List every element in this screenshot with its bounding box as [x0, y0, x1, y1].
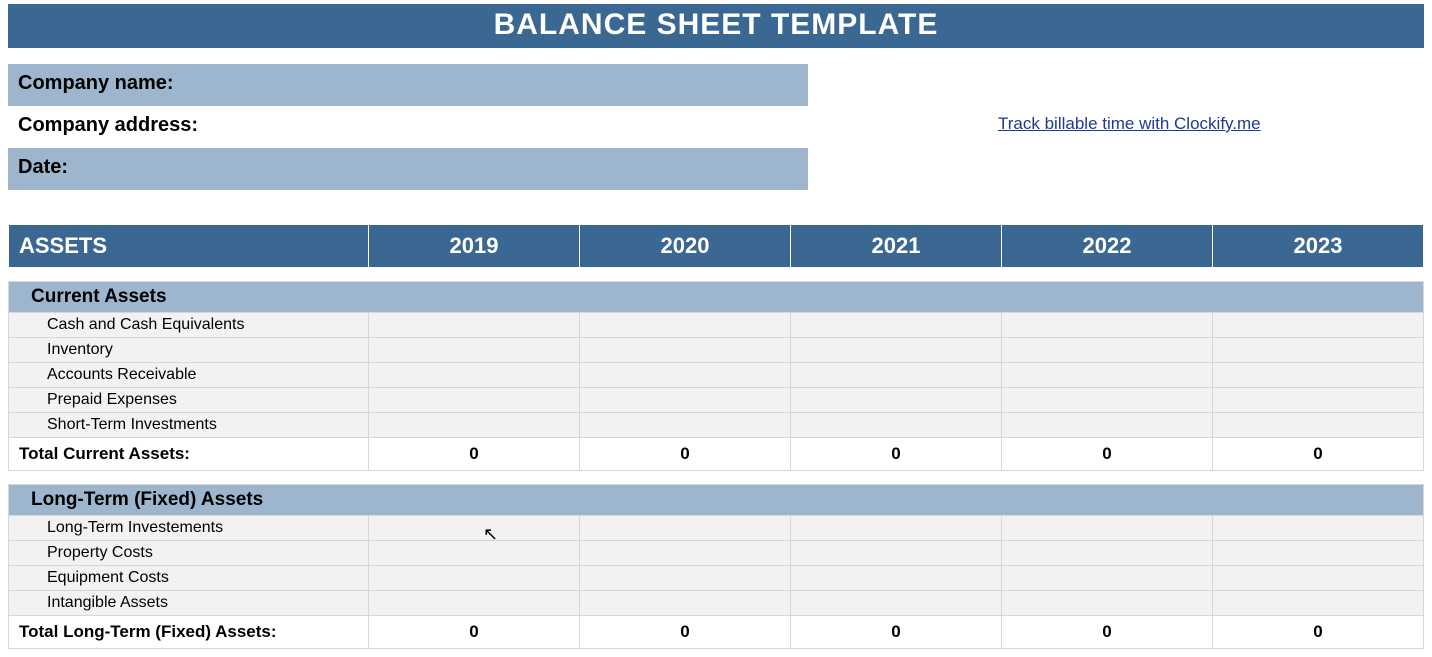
- header-year-2022[interactable]: 2022: [1002, 225, 1213, 268]
- assets-table: ASSETS 2019 2020 2021 2022 2023 Current …: [8, 224, 1424, 649]
- cell-input[interactable]: [1002, 388, 1213, 413]
- date-label[interactable]: Date:: [8, 148, 808, 190]
- cell-input[interactable]: [791, 413, 1002, 438]
- total-value[interactable]: 0: [369, 616, 580, 649]
- total-value[interactable]: 0: [791, 438, 1002, 471]
- cell-input[interactable]: [1002, 413, 1213, 438]
- cell-input[interactable]: [791, 338, 1002, 363]
- total-row: Total Long-Term (Fixed) Assets:00000: [9, 616, 1424, 649]
- cell-input[interactable]: [580, 388, 791, 413]
- row-label[interactable]: Inventory: [9, 338, 369, 363]
- table-body: Current AssetsCash and Cash EquivalentsI…: [9, 268, 1424, 649]
- cell-input[interactable]: [1213, 388, 1424, 413]
- header-assets[interactable]: ASSETS: [9, 225, 369, 268]
- page-title: BALANCE SHEET TEMPLATE: [8, 4, 1424, 48]
- section-title[interactable]: Current Assets: [9, 282, 1424, 313]
- cell-input[interactable]: [580, 541, 791, 566]
- total-label[interactable]: Total Long-Term (Fixed) Assets:: [9, 616, 369, 649]
- table-row: Prepaid Expenses: [9, 388, 1424, 413]
- cell-input[interactable]: [580, 413, 791, 438]
- cell-input[interactable]: [1002, 516, 1213, 541]
- cell-input[interactable]: [791, 313, 1002, 338]
- header-year-2021[interactable]: 2021: [791, 225, 1002, 268]
- cell-input[interactable]: [580, 363, 791, 388]
- table-header-row: ASSETS 2019 2020 2021 2022 2023: [9, 225, 1424, 268]
- cell-input[interactable]: [369, 566, 580, 591]
- row-label[interactable]: Intangible Assets: [9, 591, 369, 616]
- total-row: Total Current Assets:00000: [9, 438, 1424, 471]
- cell-input[interactable]: [791, 541, 1002, 566]
- cell-input[interactable]: [1213, 338, 1424, 363]
- row-label[interactable]: Short-Term Investments: [9, 413, 369, 438]
- clockify-link[interactable]: Track billable time with Clockify.me: [998, 114, 1261, 133]
- cell-input[interactable]: [1002, 338, 1213, 363]
- company-address-label[interactable]: Company address:: [8, 106, 808, 148]
- cell-input[interactable]: [369, 516, 580, 541]
- cell-input[interactable]: [1002, 363, 1213, 388]
- table-row: Intangible Assets: [9, 591, 1424, 616]
- cell-input[interactable]: [369, 338, 580, 363]
- cell-input[interactable]: [791, 591, 1002, 616]
- header-year-2023[interactable]: 2023: [1213, 225, 1424, 268]
- cell-input[interactable]: [791, 516, 1002, 541]
- table-row: Short-Term Investments: [9, 413, 1424, 438]
- cell-input[interactable]: [1213, 566, 1424, 591]
- cell-input[interactable]: [369, 313, 580, 338]
- total-label[interactable]: Total Current Assets:: [9, 438, 369, 471]
- table-row: Cash and Cash Equivalents: [9, 313, 1424, 338]
- section-row: Long-Term (Fixed) Assets: [9, 485, 1424, 516]
- company-name-label[interactable]: Company name:: [8, 64, 808, 106]
- cell-input[interactable]: [1213, 313, 1424, 338]
- total-value[interactable]: 0: [1213, 438, 1424, 471]
- table-row: Accounts Receivable: [9, 363, 1424, 388]
- clockify-link-area: Track billable time with Clockify.me: [998, 114, 1261, 134]
- row-label[interactable]: Property Costs: [9, 541, 369, 566]
- section-row: Current Assets: [9, 282, 1424, 313]
- cell-input[interactable]: [580, 591, 791, 616]
- total-value[interactable]: 0: [791, 616, 1002, 649]
- section-title[interactable]: Long-Term (Fixed) Assets: [9, 485, 1424, 516]
- cell-input[interactable]: [1002, 313, 1213, 338]
- row-label[interactable]: Accounts Receivable: [9, 363, 369, 388]
- cell-input[interactable]: [369, 388, 580, 413]
- company-info-block: Company name: Company address: Date: Tra…: [8, 64, 1424, 204]
- total-value[interactable]: 0: [1002, 438, 1213, 471]
- total-value[interactable]: 0: [580, 616, 791, 649]
- cell-input[interactable]: [1213, 363, 1424, 388]
- cell-input[interactable]: [1002, 566, 1213, 591]
- total-value[interactable]: 0: [1002, 616, 1213, 649]
- cell-input[interactable]: [580, 313, 791, 338]
- cell-input[interactable]: [1213, 413, 1424, 438]
- table-row: Inventory: [9, 338, 1424, 363]
- row-label[interactable]: Prepaid Expenses: [9, 388, 369, 413]
- cell-input[interactable]: [791, 566, 1002, 591]
- cell-input[interactable]: [369, 363, 580, 388]
- cell-input[interactable]: [580, 516, 791, 541]
- row-label[interactable]: Equipment Costs: [9, 566, 369, 591]
- cell-input[interactable]: [1213, 541, 1424, 566]
- cell-input[interactable]: [1213, 516, 1424, 541]
- total-value[interactable]: 0: [369, 438, 580, 471]
- cell-input[interactable]: [791, 363, 1002, 388]
- cell-input[interactable]: [580, 338, 791, 363]
- row-label[interactable]: Cash and Cash Equivalents: [9, 313, 369, 338]
- cell-input[interactable]: [791, 388, 1002, 413]
- cell-input[interactable]: [580, 566, 791, 591]
- header-year-2020[interactable]: 2020: [580, 225, 791, 268]
- cell-input[interactable]: [1002, 541, 1213, 566]
- total-value[interactable]: 0: [580, 438, 791, 471]
- cell-input[interactable]: [369, 591, 580, 616]
- row-label[interactable]: Long-Term Investements: [9, 516, 369, 541]
- total-value[interactable]: 0: [1213, 616, 1424, 649]
- sheet-container: BALANCE SHEET TEMPLATE Company name: Com…: [0, 0, 1432, 657]
- cell-input[interactable]: [1002, 591, 1213, 616]
- cell-input[interactable]: [1213, 591, 1424, 616]
- table-row: Long-Term Investements: [9, 516, 1424, 541]
- table-row: Property Costs: [9, 541, 1424, 566]
- cell-input[interactable]: [369, 541, 580, 566]
- cell-input[interactable]: [369, 413, 580, 438]
- header-year-2019[interactable]: 2019: [369, 225, 580, 268]
- table-row: Equipment Costs: [9, 566, 1424, 591]
